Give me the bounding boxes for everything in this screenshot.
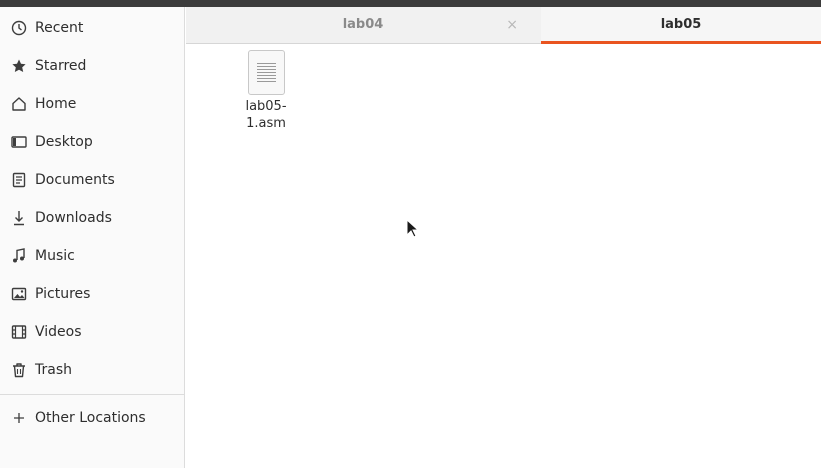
sidebar-item-videos[interactable]: Videos	[0, 313, 185, 351]
tab-lab05[interactable]: lab05	[541, 7, 821, 44]
sidebar-item-label: Music	[35, 248, 75, 264]
sidebar-item-home[interactable]: Home	[0, 85, 185, 123]
tab-label: lab05	[660, 17, 702, 32]
download-icon	[10, 209, 28, 227]
sidebar-item-recent[interactable]: Recent	[0, 9, 185, 47]
sidebar-item-label: Pictures	[35, 286, 91, 302]
desktop-icon	[10, 133, 28, 151]
star-icon	[10, 57, 28, 75]
file-view[interactable]: lab05-1.asm	[186, 44, 821, 468]
document-icon	[10, 171, 28, 189]
tab-bar: lab04 × lab05	[186, 7, 821, 44]
sidebar-item-desktop[interactable]: Desktop	[0, 123, 185, 161]
clock-icon	[10, 19, 28, 37]
sidebar-item-trash[interactable]: Trash	[0, 351, 185, 389]
sidebar-item-music[interactable]: Music	[0, 237, 185, 275]
top-bar	[0, 0, 821, 7]
sidebar-item-downloads[interactable]: Downloads	[0, 199, 185, 237]
tab-lab04[interactable]: lab04 ×	[186, 7, 540, 43]
sidebar-item-label: Other Locations	[35, 410, 146, 426]
music-icon	[10, 247, 28, 265]
sidebar-item-label: Desktop	[35, 134, 93, 150]
close-icon[interactable]: ×	[506, 7, 518, 43]
file-name: lab05-1.asm	[245, 99, 287, 131]
mouse-pointer-icon	[406, 219, 420, 238]
pictures-icon	[10, 285, 28, 303]
sidebar: Recent Starred Home Desktop Documents Do…	[0, 7, 185, 468]
trash-icon	[10, 361, 28, 379]
sidebar-item-label: Downloads	[35, 210, 112, 226]
sidebar-item-label: Videos	[35, 324, 82, 340]
videos-icon	[10, 323, 28, 341]
text-file-icon	[247, 50, 285, 95]
sidebar-item-pictures[interactable]: Pictures	[0, 275, 185, 313]
plus-icon	[10, 409, 28, 427]
home-icon	[10, 95, 28, 113]
sidebar-item-label: Recent	[35, 20, 84, 36]
sidebar-item-documents[interactable]: Documents	[0, 161, 185, 199]
sidebar-item-label: Home	[35, 96, 77, 112]
file-item[interactable]: lab05-1.asm	[226, 50, 306, 132]
sidebar-item-other-locations[interactable]: Other Locations	[0, 399, 185, 437]
sidebar-item-label: Starred	[35, 58, 87, 74]
sidebar-item-starred[interactable]: Starred	[0, 47, 185, 85]
sidebar-item-label: Trash	[35, 362, 72, 378]
tab-label: lab04	[342, 17, 384, 32]
sidebar-separator	[0, 394, 185, 395]
sidebar-item-label: Documents	[35, 172, 115, 188]
